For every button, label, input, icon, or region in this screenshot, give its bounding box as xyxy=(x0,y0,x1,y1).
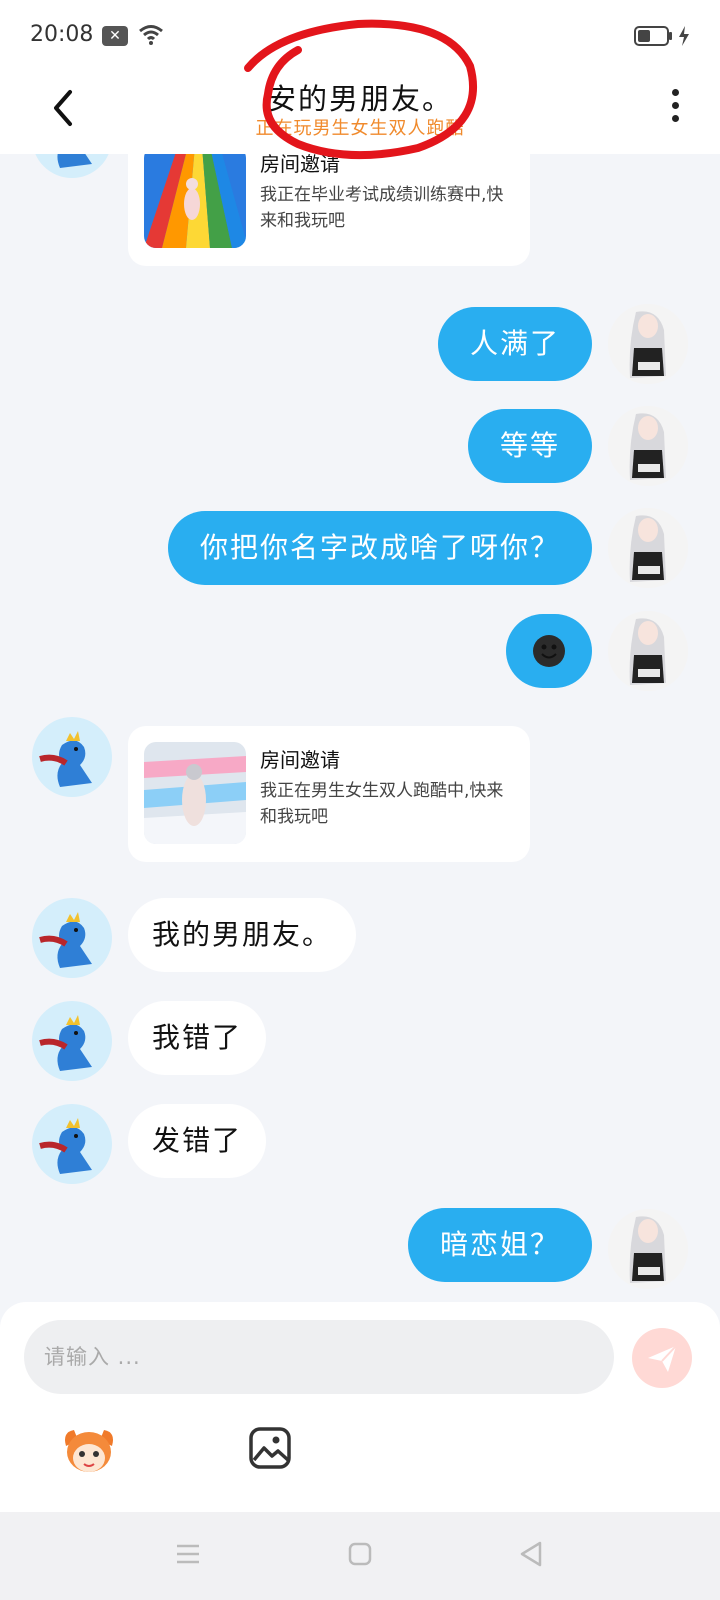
contact-avatar[interactable] xyxy=(32,1001,112,1081)
bird-avatar-icon xyxy=(39,731,92,787)
message-input[interactable]: 请输入 ... xyxy=(24,1320,614,1394)
girl-avatar-icon xyxy=(608,406,688,486)
message-text: 发错了 xyxy=(152,1124,243,1157)
image-picker-button[interactable] xyxy=(248,1426,292,1470)
home-icon[interactable] xyxy=(348,1542,372,1566)
their-message-bubble[interactable]: 我错了 xyxy=(128,1001,267,1075)
menu-icon[interactable] xyxy=(175,1542,201,1566)
message-text: 人满了 xyxy=(469,327,560,360)
girl-avatar-icon xyxy=(608,1209,688,1289)
message-text: 你把你名字改成啥了呀你？ xyxy=(199,531,560,564)
chat-header: 安的男朋友。 正在玩男生女生双人跑酷 xyxy=(0,70,720,154)
my-avatar[interactable] xyxy=(608,406,688,486)
my-message-bubble[interactable]: 你把你名字改成啥了呀你？ xyxy=(167,511,592,585)
message-text: 暗恋姐？ xyxy=(439,1228,560,1261)
more-options-button[interactable] xyxy=(660,84,690,132)
system-navigation-bar xyxy=(0,1512,720,1600)
card-title: 房间邀请 xyxy=(260,748,340,772)
more-vertical-icon xyxy=(671,89,679,96)
game-thumbnail xyxy=(144,742,246,844)
their-message-bubble[interactable]: 发错了 xyxy=(128,1104,267,1178)
their-message-bubble[interactable]: 我的男朋友。 xyxy=(128,898,357,972)
mascot-sticker-button[interactable] xyxy=(60,1424,118,1476)
my-message-bubble[interactable]: 人满了 xyxy=(437,307,592,381)
message-text: 我错了 xyxy=(152,1021,243,1054)
smiling-face-emoji-icon xyxy=(533,635,565,667)
message-text: 等等 xyxy=(499,429,560,462)
my-message-bubble[interactable]: 暗恋姐？ xyxy=(407,1208,592,1282)
bird-avatar-icon xyxy=(39,1118,92,1174)
mascot-icon xyxy=(65,1430,113,1472)
card-description: 我正在男生女生双人跑酷中,快来和我玩吧 xyxy=(260,781,504,827)
girl-avatar-icon xyxy=(608,508,688,588)
my-avatar[interactable] xyxy=(608,1209,688,1289)
my-avatar[interactable] xyxy=(608,304,688,384)
my-emoji-bubble[interactable] xyxy=(506,614,592,688)
girl-avatar-icon xyxy=(608,304,688,384)
my-avatar[interactable] xyxy=(608,611,688,691)
my-avatar[interactable] xyxy=(608,508,688,588)
message-composer: 请输入 ... xyxy=(0,1302,720,1512)
my-message-bubble[interactable]: 等等 xyxy=(467,409,592,483)
contact-avatar[interactable] xyxy=(32,1104,112,1184)
message-text: 我的男朋友。 xyxy=(152,918,333,951)
contact-status-subtitle: 正在玩男生女生双人跑酷 xyxy=(255,118,465,139)
contact-avatar[interactable] xyxy=(32,717,112,797)
send-button[interactable] xyxy=(632,1328,692,1388)
send-icon xyxy=(648,1345,677,1372)
girl-avatar-icon xyxy=(608,611,688,691)
image-icon xyxy=(249,1427,291,1469)
back-triangle-icon[interactable] xyxy=(518,1540,544,1568)
contact-name-title: 安的男朋友。 xyxy=(266,82,453,116)
card-description: 我正在毕业考试成绩训练赛中,快来和我玩吧 xyxy=(260,185,504,231)
bird-avatar-icon xyxy=(39,1015,92,1071)
bird-avatar-icon xyxy=(39,912,92,968)
contact-avatar[interactable] xyxy=(32,898,112,978)
game-thumbnail xyxy=(144,146,246,248)
room-invite-card[interactable]: 房间邀请 我正在男生女生双人跑酷中,快来和我玩吧 xyxy=(128,726,530,862)
